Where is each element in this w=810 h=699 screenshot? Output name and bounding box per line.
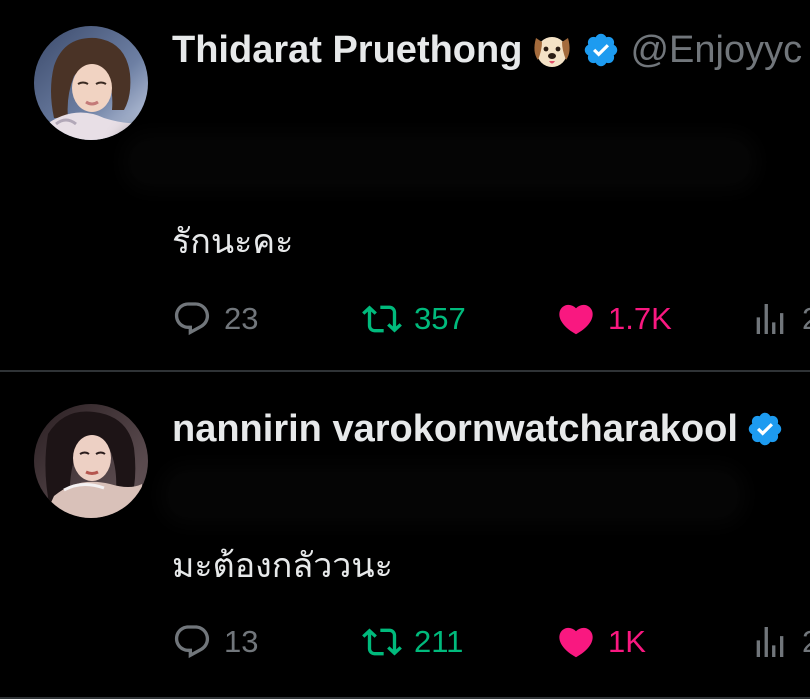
redacted-area bbox=[130, 140, 750, 184]
display-name[interactable]: nannirin varokornwatcharakool bbox=[172, 406, 738, 452]
tweet[interactable]: nannirin varokornwatcharakool มะต้องกลัว… bbox=[0, 372, 810, 699]
heart-icon bbox=[559, 304, 593, 335]
reply-icon bbox=[174, 625, 210, 659]
retweet-count: 357 bbox=[414, 301, 466, 336]
avatar-photo bbox=[34, 404, 148, 518]
reply-button[interactable]: 13 bbox=[172, 619, 258, 665]
views-button[interactable]: 2 bbox=[750, 619, 810, 665]
tweet-header: nannirin varokornwatcharakool bbox=[172, 406, 784, 452]
views-count: 2 bbox=[802, 624, 810, 660]
retweet-button[interactable]: 211 bbox=[362, 619, 463, 665]
avatar[interactable] bbox=[34, 404, 148, 518]
like-button[interactable]: 1.7K bbox=[556, 296, 672, 342]
like-count: 1.7K bbox=[608, 301, 672, 336]
tweet-header: Thidarat Pruethong @Enjoyyc bbox=[172, 27, 802, 73]
tweet-actions: 13 211 1K 2 bbox=[172, 619, 810, 665]
heart-icon bbox=[559, 627, 593, 658]
display-name[interactable]: Thidarat Pruethong bbox=[172, 27, 522, 73]
avatar[interactable] bbox=[34, 26, 148, 140]
views-count: 2 bbox=[802, 301, 810, 337]
tweet-actions: 23 357 1.7K 2 bbox=[172, 296, 810, 342]
like-count: 1K bbox=[608, 624, 646, 659]
reply-count: 23 bbox=[224, 301, 259, 336]
reply-button[interactable]: 23 bbox=[172, 296, 258, 342]
views-button[interactable]: 2 bbox=[750, 296, 810, 342]
views-chart-icon bbox=[756, 627, 784, 657]
retweet-button[interactable]: 357 bbox=[362, 296, 466, 342]
retweet-icon bbox=[362, 628, 402, 656]
redacted-area bbox=[168, 472, 738, 518]
views-chart-icon bbox=[756, 304, 784, 334]
retweet-count: 211 bbox=[414, 624, 464, 659]
tweet-text: มะต้องกลัววนะ bbox=[172, 546, 393, 586]
verified-badge-icon bbox=[746, 410, 784, 448]
like-button[interactable]: 1K bbox=[556, 619, 646, 665]
dog-face-emoji bbox=[530, 28, 574, 72]
tweet-text: รักนะคะ bbox=[172, 222, 294, 262]
reply-count: 13 bbox=[224, 624, 259, 659]
verified-badge-icon bbox=[582, 31, 620, 69]
reply-icon bbox=[174, 302, 210, 336]
avatar-photo bbox=[34, 26, 148, 140]
user-handle[interactable]: @Enjoyyc bbox=[630, 27, 802, 73]
retweet-icon bbox=[362, 305, 402, 333]
tweet[interactable]: Thidarat Pruethong @Enjoyyc รักนะคะ 23 3… bbox=[0, 0, 810, 370]
tweet-feed: Thidarat Pruethong @Enjoyyc รักนะคะ 23 3… bbox=[0, 0, 810, 699]
